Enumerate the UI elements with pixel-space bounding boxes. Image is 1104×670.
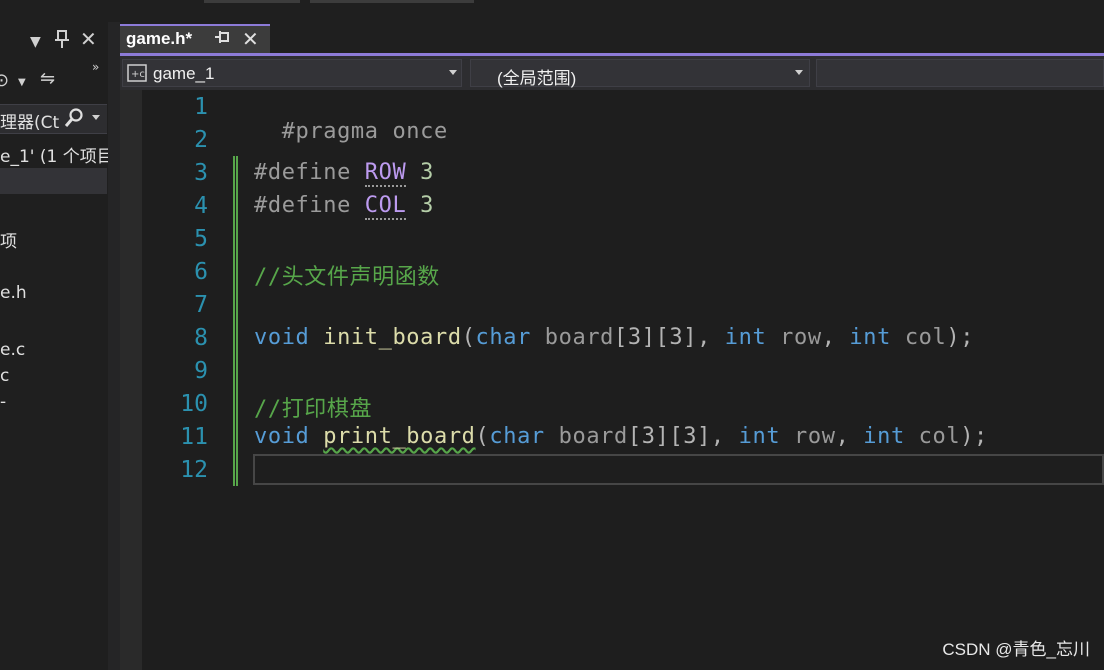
svg-text:+c: +c [131,69,145,80]
scope-name: (全局范围) [497,69,577,88]
punctuation: ); [946,325,975,350]
punctuation: ( [475,424,490,449]
line-number: 6 [194,259,208,285]
number-literal: 3 [406,193,435,218]
tab-game-h[interactable]: game.h* ✕ [120,24,270,54]
search-options-dropdown-icon[interactable] [92,115,100,120]
punctuation: , [835,424,864,449]
macro-name[interactable]: ROW [364,160,407,187]
parameter: col [890,325,947,350]
keyword: int [724,325,767,350]
punctuation: [3][3], [614,325,725,350]
line-number: 2 [194,127,208,153]
line-number: 12 [180,457,208,483]
line-number: 9 [194,358,208,384]
chevron-down-icon[interactable]: ▼ [30,33,41,51]
project-dropdown[interactable]: +c game_1 [122,59,462,87]
selected-tree-item[interactable] [0,168,107,194]
keyword: char [489,424,545,449]
close-tab-icon[interactable]: ✕ [242,27,259,51]
parameter: board [530,325,615,350]
preprocessor-directive: #define [254,160,365,185]
parameter: col [904,424,961,449]
member-dropdown[interactable] [816,59,1104,87]
line-number: 10 [180,391,208,417]
preprocessor-directive: #pragma once [281,119,448,144]
comment: //头文件声明函数 [254,265,440,290]
punctuation: ); [960,424,988,449]
keyword: void [254,424,324,449]
watermark: CSDN @青色_忘川 [942,640,1090,659]
scope-dropdown[interactable]: (全局范围) [470,59,810,88]
top-tab-stub [204,0,300,3]
line-number: 5 [194,226,208,252]
sync-icon[interactable]: ⇋ [40,70,55,88]
chevron-down-icon[interactable] [795,70,803,75]
search-icon[interactable] [64,108,84,132]
keyword: int [863,424,905,449]
dropdown-icon[interactable]: ▼ [18,74,26,92]
punctuation: ( [461,325,476,350]
pin-icon[interactable] [55,30,69,52]
change-tracking-bar [233,156,238,486]
tree-item[interactable]: 项 [0,227,17,252]
code-line-11: void print_board(char board[3][3], int r… [254,424,988,449]
title-strip [0,0,1104,22]
search-input[interactable]: 理器(Ct [0,108,59,133]
line-number: 7 [194,292,208,318]
preprocessor-directive: #define [254,193,365,218]
function-name[interactable]: init_board [323,325,461,350]
keyword: void [254,325,324,350]
search-box[interactable]: 理器(Ct [0,104,107,134]
keyword: int [738,424,781,449]
line-number: 1 [194,94,208,120]
pin-tab-icon[interactable] [214,29,230,49]
code-line-6: //头文件声明函数 [254,259,440,291]
code-line-10: //打印棋盘 [254,391,372,423]
tree-item[interactable]: e.h [0,283,27,303]
tree-item[interactable]: e.c [0,340,25,360]
keyword: int [849,325,891,350]
code-line-4: #define COL 3 [254,193,435,220]
line-number: 3 [194,160,208,186]
keyword: char [475,325,531,350]
overflow-icon[interactable]: » [92,58,99,76]
macro-name[interactable]: COL [364,193,407,220]
code-line-1: #pragma once [254,94,448,144]
line-number: 8 [194,325,208,351]
comment: //打印棋盘 [254,397,373,422]
close-icon[interactable]: ✕ [80,29,97,49]
line-number: 4 [194,193,208,219]
tree-item[interactable]: c [0,366,9,386]
line-number: 11 [180,424,208,450]
chevron-down-icon[interactable] [449,70,457,75]
panel-splitter[interactable] [108,22,120,670]
punctuation: , [821,325,850,350]
function-name[interactable]: print_board [323,424,475,449]
navigation-bar: +c game_1 (全局范围) [120,56,1104,90]
top-tab-stub [310,0,474,3]
tab-title: game.h* [126,29,193,48]
code-line-8: void init_board(char board[3][3], int ro… [254,325,974,350]
parameter: row [766,325,822,350]
parameter: row [780,424,836,449]
parameter: board [544,424,628,449]
solution-label[interactable]: e_1' (1 个项目 [0,142,108,167]
code-line-3: #define ROW 3 [254,160,435,187]
number-literal: 3 [406,160,435,185]
project-name: game_1 [153,64,215,83]
tree-item[interactable]: - [0,392,6,412]
history-icon[interactable]: ⊙ [0,72,9,90]
project-icon: +c [127,64,147,86]
current-line-highlight [253,454,1104,485]
punctuation: [3][3], [627,424,739,449]
